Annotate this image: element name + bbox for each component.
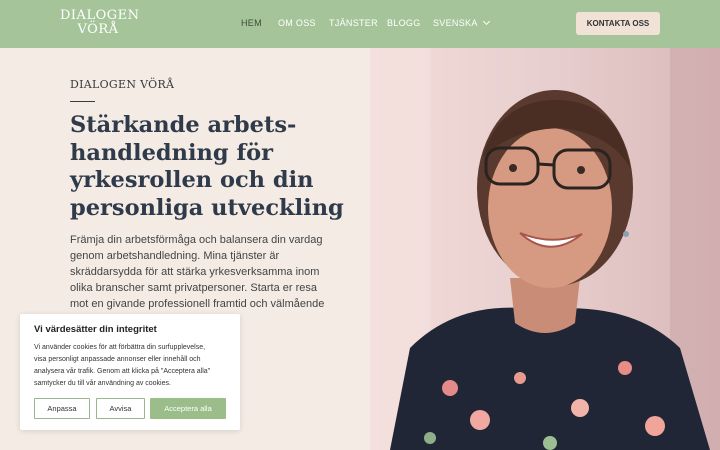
nav-item-tjanster[interactable]: TJÄNSTER bbox=[329, 18, 378, 28]
nav-item-blogg[interactable]: BLOGG bbox=[387, 18, 421, 28]
cookie-description: Vi använder cookies för att förbättra di… bbox=[34, 342, 234, 390]
logo-line-2: VÖRÅ bbox=[77, 22, 119, 37]
description-line: skräddarsydda för att stärka yrkesverksa… bbox=[70, 266, 320, 278]
description-line: mot en givande professionell framtid och… bbox=[70, 298, 325, 310]
cookie-text-line: samtycker du till vår användning av cook… bbox=[34, 380, 171, 387]
headline-line: handledning för bbox=[70, 139, 273, 166]
contact-button[interactable]: KONTAKTA OSS bbox=[576, 12, 660, 35]
cookie-text-line: Vi använder cookies för att förbättra di… bbox=[34, 344, 206, 351]
cookie-text-line: visa personligt anpassade annonser eller… bbox=[34, 356, 201, 363]
nav-item-hem[interactable]: HEM bbox=[241, 18, 262, 28]
site-logo[interactable]: DIALOGEN VÖRÅ bbox=[60, 8, 140, 37]
cookie-title: Vi värdesätter din integritet bbox=[34, 324, 157, 335]
accept-all-cookies-button[interactable]: Acceptera alla bbox=[150, 398, 226, 419]
eyebrow-divider bbox=[70, 101, 95, 102]
logo-line-1: DIALOGEN bbox=[60, 8, 140, 23]
headline-line: yrkesrollen och din bbox=[70, 167, 314, 193]
cookie-text-line: analysera vår trafik. Genom att klicka p… bbox=[34, 368, 211, 375]
description-line: genom arbetshandledning. Mina tjänster ä… bbox=[70, 250, 280, 262]
hero-headline: Stärkande arbets- handledning för yrkesr… bbox=[70, 112, 360, 222]
portrait-illustration bbox=[370, 48, 720, 450]
site-header: DIALOGEN VÖRÅ HEM OM OSS TJÄNSTER BLOGG … bbox=[0, 0, 720, 48]
chevron-down-icon bbox=[482, 17, 490, 26]
description-line: Främja din arbetsförmåga och balansera d… bbox=[70, 234, 323, 246]
hero-description: Främja din arbetsförmåga och balansera d… bbox=[70, 232, 325, 312]
cookie-consent-dialog: Vi värdesätter din integritet Vi använde… bbox=[20, 314, 240, 430]
hero-eyebrow: DIALOGEN VÖRÅ bbox=[70, 78, 175, 91]
nav-item-om-oss[interactable]: OM OSS bbox=[278, 18, 316, 28]
headline-line: Stärkande arbets- bbox=[70, 112, 297, 138]
description-line: olika branscher samt privatpersoner. Sta… bbox=[70, 282, 318, 294]
language-selector[interactable]: SVENSKA bbox=[433, 17, 490, 28]
customize-cookies-button[interactable]: Anpassa bbox=[34, 398, 90, 419]
headline-line: personliga utveckling bbox=[70, 194, 344, 221]
reject-cookies-button[interactable]: Avvisa bbox=[96, 398, 145, 419]
language-label: SVENSKA bbox=[433, 18, 478, 28]
portrait-photo bbox=[370, 48, 720, 450]
